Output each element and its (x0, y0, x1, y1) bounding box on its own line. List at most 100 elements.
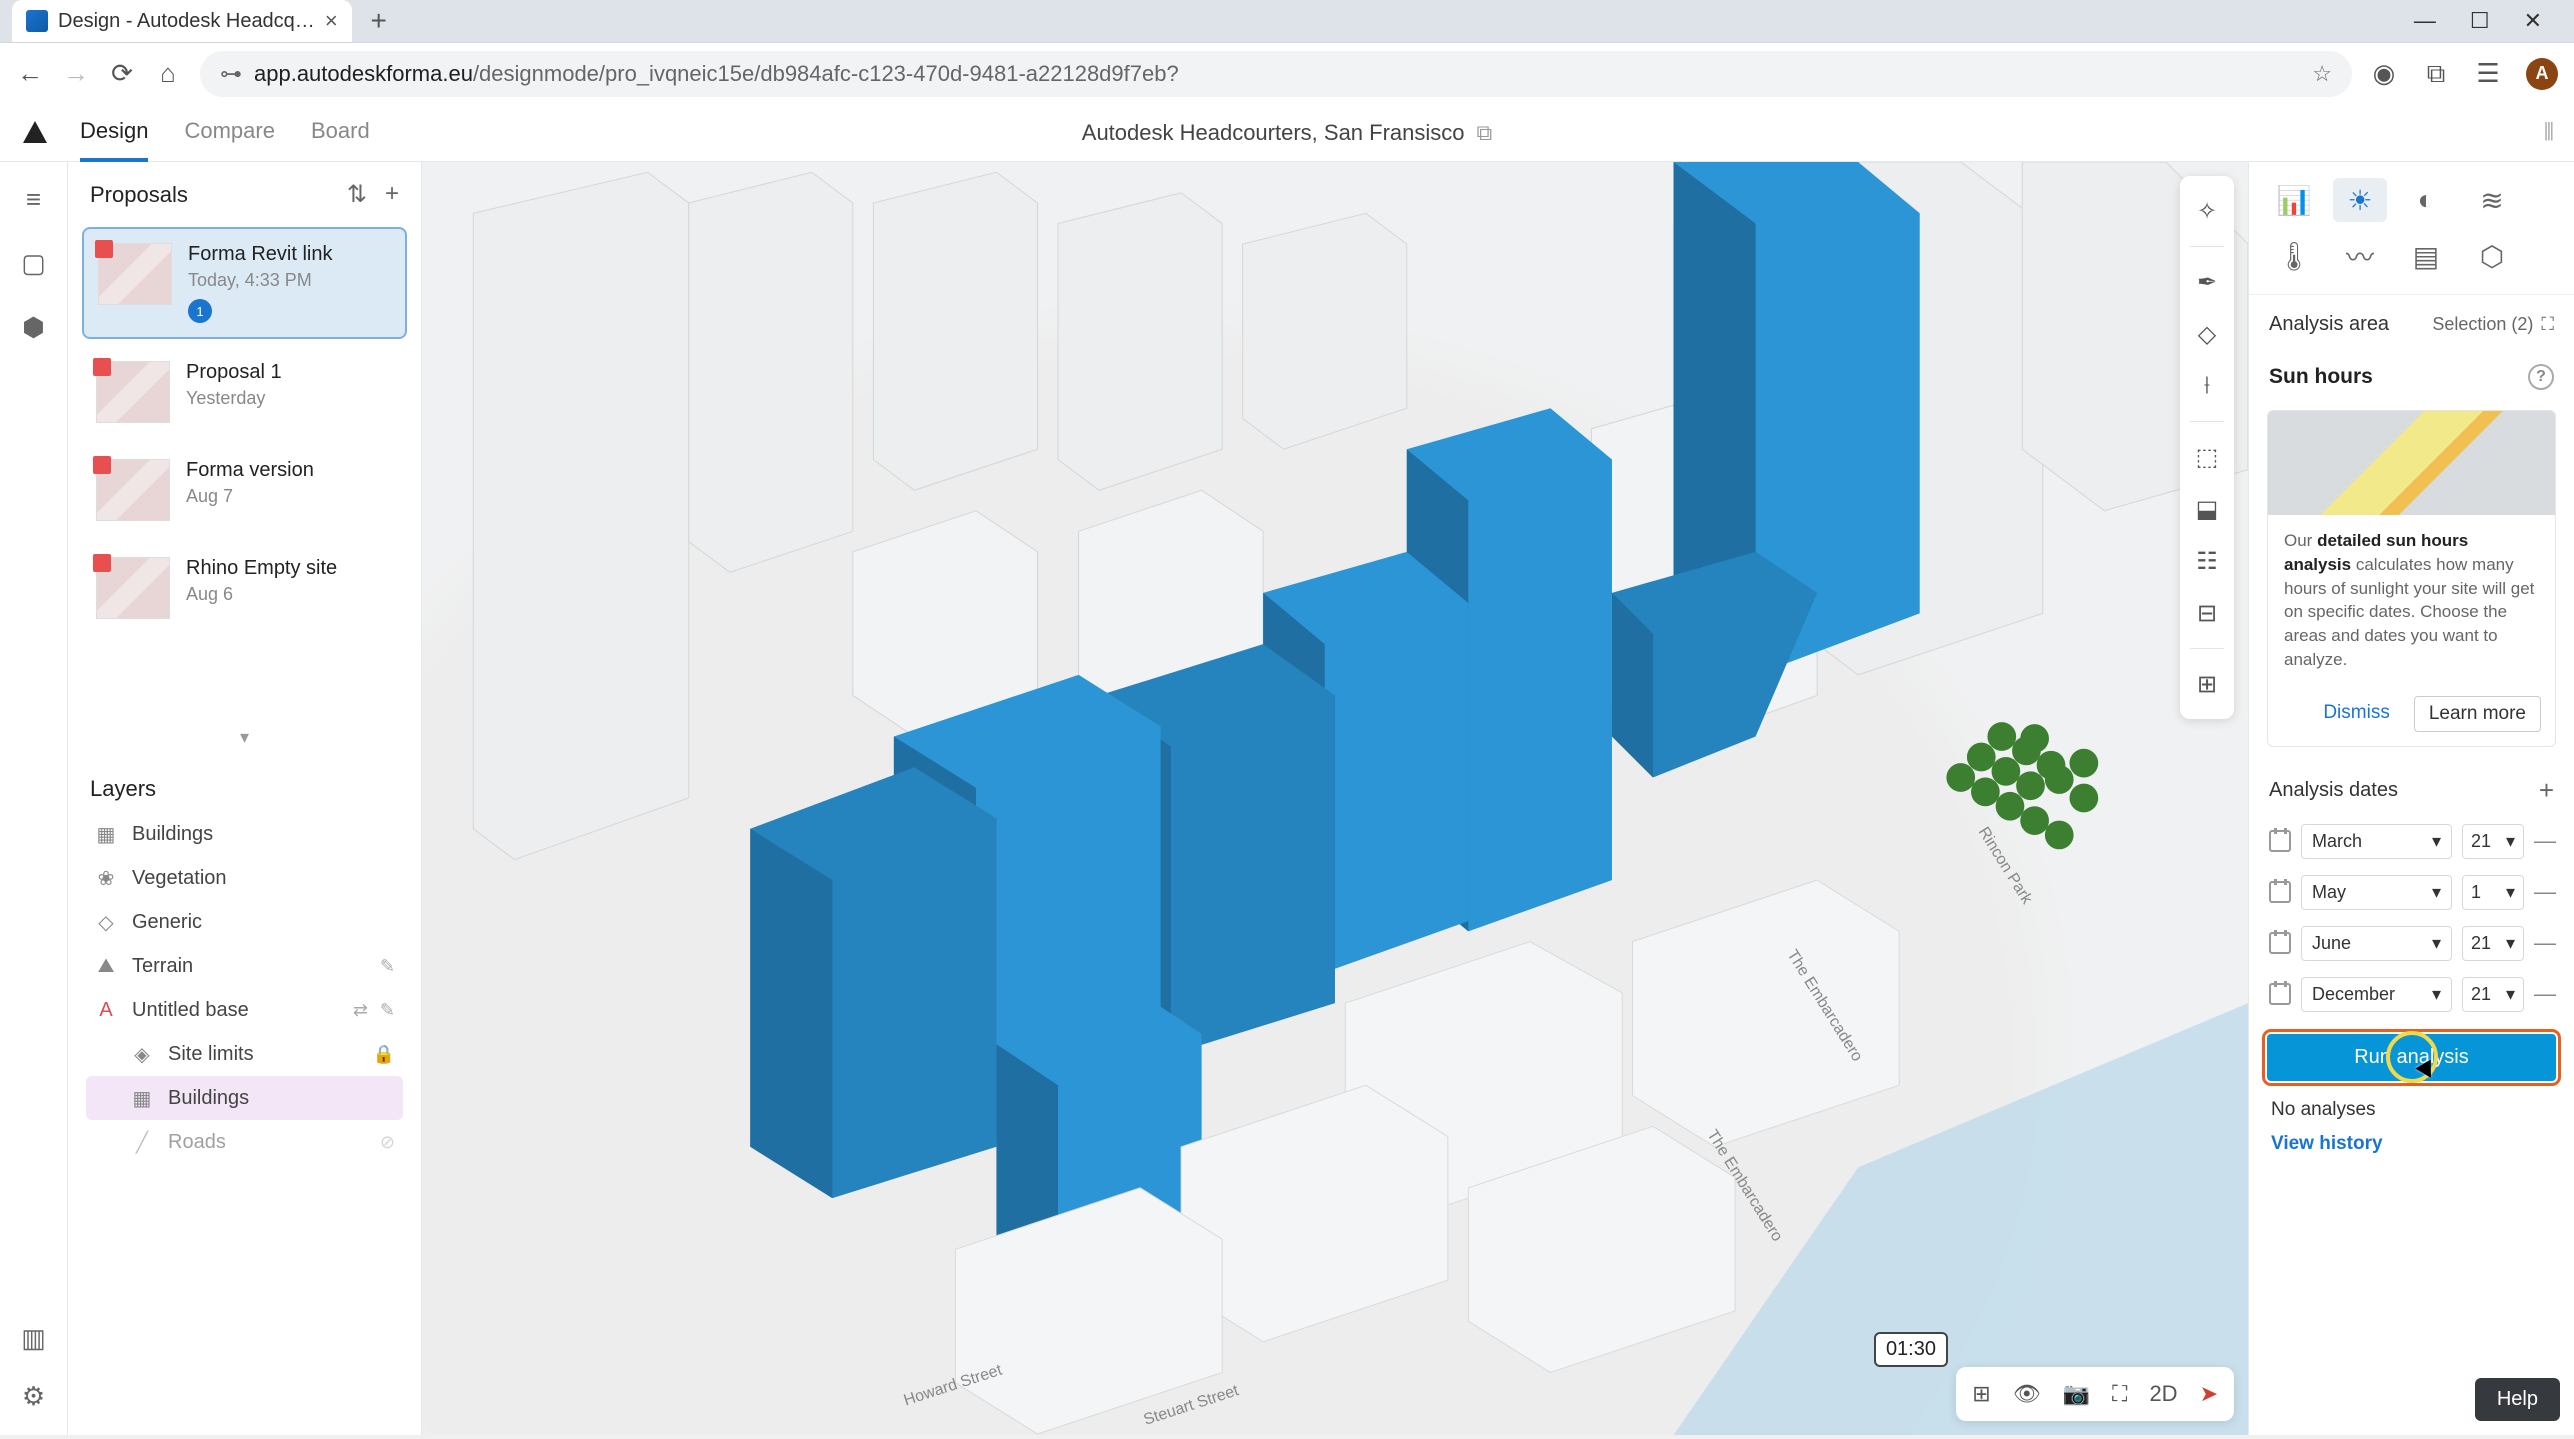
speed-icon[interactable]: ◐ (2399, 178, 2453, 222)
remove-date-icon[interactable]: — (2534, 828, 2554, 854)
chart-icon[interactable]: 📊 (2267, 178, 2321, 222)
energy-icon[interactable]: ⬡ (2465, 234, 2519, 278)
layer-row[interactable]: ◇ Generic (86, 900, 403, 944)
proposals-list[interactable]: Forma Revit link Today, 4:33 PM 1 Propos… (68, 227, 421, 717)
learn-more-button[interactable]: Learn more (2414, 696, 2541, 732)
run-analysis-button[interactable]: Run analysis (2267, 1034, 2556, 1081)
section-icon[interactable]: ⊟ (2180, 590, 2234, 636)
layer-row[interactable]: ❀Vegetation (86, 856, 403, 900)
close-tab-icon[interactable]: × (325, 8, 338, 34)
url-field[interactable]: ⊶ app.autodeskforma.eu/designmode/pro_iv… (200, 51, 2352, 97)
layer-row[interactable]: AUntitled base⇄✎ (86, 988, 403, 1032)
filter-icon[interactable]: ⇅ (347, 180, 367, 209)
tab-compare[interactable]: Compare (184, 104, 274, 162)
viewport-3d[interactable]: Howard Street Steuart Street The Embarca… (422, 162, 2248, 1435)
view-mode-2d[interactable]: 2D (2149, 1381, 2177, 1407)
swap-icon[interactable]: ⇄ (353, 1000, 368, 1021)
remove-date-icon[interactable]: — (2534, 981, 2554, 1007)
bookmark-icon[interactable]: ☆ (2312, 61, 2332, 87)
lock-icon[interactable]: 🔒 (373, 1044, 395, 1065)
wind-icon[interactable]: ≋ (2465, 178, 2519, 222)
edit-icon[interactable]: ✎ (380, 1000, 395, 1021)
adjust-icon[interactable]: ⟊ (2180, 363, 2234, 409)
month-select[interactable]: May▾ (2301, 875, 2452, 910)
back-icon[interactable]: ← (16, 60, 44, 88)
new-tab-button[interactable]: + (362, 5, 396, 37)
reload-icon[interactable]: ⟳ (108, 60, 136, 88)
cube-icon[interactable]: ⬢ (17, 310, 51, 344)
hidden-icon[interactable]: ⊘ (380, 1132, 395, 1153)
box-icon[interactable]: ⬚ (2180, 434, 2234, 480)
extrude-icon[interactable]: ⬓ (2180, 486, 2234, 532)
maximize-icon[interactable]: ☐ (2470, 8, 2490, 34)
help-icon[interactable]: ? (2528, 364, 2554, 390)
forward-icon[interactable]: → (62, 60, 90, 88)
dismiss-button[interactable]: Dismiss (2313, 696, 2400, 732)
fullscreen-icon[interactable]: ⛶ (2112, 1381, 2127, 1407)
day-select[interactable]: 21▾ (2462, 977, 2524, 1012)
home-icon[interactable]: ⌂ (154, 60, 182, 88)
layer-row[interactable]: ▦Buildings (86, 812, 403, 856)
site-settings-icon[interactable]: ⊶ (220, 61, 242, 87)
expand-icon[interactable]: ⛶ (2541, 314, 2554, 335)
minimize-icon[interactable]: — (2414, 8, 2436, 34)
sun-icon[interactable]: ☀ (2333, 178, 2387, 222)
tab-design[interactable]: Design (80, 104, 148, 162)
levels-icon[interactable]: ☷ (2180, 538, 2234, 584)
sun-hours-header: Sun hours ? (2249, 354, 2574, 400)
help-button[interactable]: Help (2475, 1378, 2560, 1421)
selection-count[interactable]: Selection (2)⛶ (2432, 314, 2554, 335)
camera-icon[interactable]: 📷 (2063, 1381, 2090, 1407)
eye-icon[interactable]: 👁 (2013, 1381, 2041, 1407)
modules-icon[interactable]: ⊞ (2180, 661, 2234, 707)
remove-date-icon[interactable]: — (2534, 930, 2554, 956)
remove-date-icon[interactable]: — (2534, 879, 2554, 905)
hamburger-icon[interactable]: ≡ (17, 182, 51, 216)
grid-icon[interactable]: ⊞ (1972, 1381, 1990, 1407)
external-link-icon[interactable]: ⧉ (1477, 120, 1493, 146)
solar-panel-icon[interactable]: ▤ (2399, 234, 2453, 278)
generic-icon: ◇ (94, 910, 118, 934)
tab-board[interactable]: Board (311, 104, 370, 162)
day-select[interactable]: 1▾ (2462, 875, 2524, 910)
layer-row[interactable]: ◈Site limits🔒 (86, 1032, 403, 1076)
view-history-link[interactable]: View history (2249, 1131, 2574, 1157)
compass-icon[interactable]: ➤ (2200, 1381, 2218, 1407)
layer-row[interactable]: ⛰Terrain✎ (86, 944, 403, 988)
browser-tab[interactable]: Design - Autodesk Headcq… × (12, 0, 352, 42)
proposal-card[interactable]: Proposal 1 Yesterday (82, 347, 407, 437)
edit-icon[interactable]: ✎ (380, 956, 395, 977)
month-select[interactable]: June▾ (2301, 926, 2452, 961)
extensions-icon[interactable]: ⧉ (2422, 60, 2450, 88)
pen-icon[interactable]: ✒ (2180, 259, 2234, 305)
layer-row[interactable]: ▦Buildings (86, 1076, 403, 1120)
thermo-icon[interactable]: 🌡 (2267, 234, 2321, 278)
noise-icon[interactable]: 〰 (2333, 234, 2387, 278)
library-icon[interactable]: ▥ (17, 1321, 51, 1355)
proposal-card[interactable]: Forma Revit link Today, 4:33 PM 1 (82, 227, 407, 339)
day-select[interactable]: 21▾ (2462, 824, 2524, 859)
left-panel: Proposals ⇅ + Forma Revit link Today, 4:… (68, 162, 422, 1435)
forma-logo-icon[interactable] (20, 118, 50, 148)
add-proposal-icon[interactable]: + (385, 180, 399, 209)
layer-row[interactable]: ╱Roads⊘ (86, 1120, 403, 1164)
settings-icon[interactable]: ⚙ (17, 1379, 51, 1413)
proposal-card[interactable]: Rhino Empty site Aug 6 (82, 543, 407, 633)
map-icon[interactable]: ▢ (17, 246, 51, 280)
lens-icon[interactable]: ◉ (2370, 60, 2398, 88)
scroll-down-icon[interactable]: ▾ (68, 717, 421, 758)
layer-label: Generic (132, 911, 202, 934)
magic-wand-icon[interactable]: ✧ (2180, 188, 2234, 234)
close-window-icon[interactable]: ✕ (2524, 8, 2542, 34)
roads-icon: ╱ (130, 1130, 154, 1154)
proposal-card[interactable]: Forma version Aug 7 (82, 445, 407, 535)
day-select[interactable]: 21▾ (2462, 926, 2524, 961)
header-extensions-icon[interactable]: ⫴ (2544, 119, 2554, 147)
reading-list-icon[interactable]: ☰ (2474, 60, 2502, 88)
shape-icon[interactable]: ◇ (2180, 311, 2234, 357)
profile-avatar[interactable]: A (2526, 58, 2558, 90)
month-select[interactable]: December▾ (2301, 977, 2452, 1012)
base-icon: A (94, 998, 118, 1022)
add-date-icon[interactable]: + (2539, 775, 2554, 806)
month-select[interactable]: March▾ (2301, 824, 2452, 859)
